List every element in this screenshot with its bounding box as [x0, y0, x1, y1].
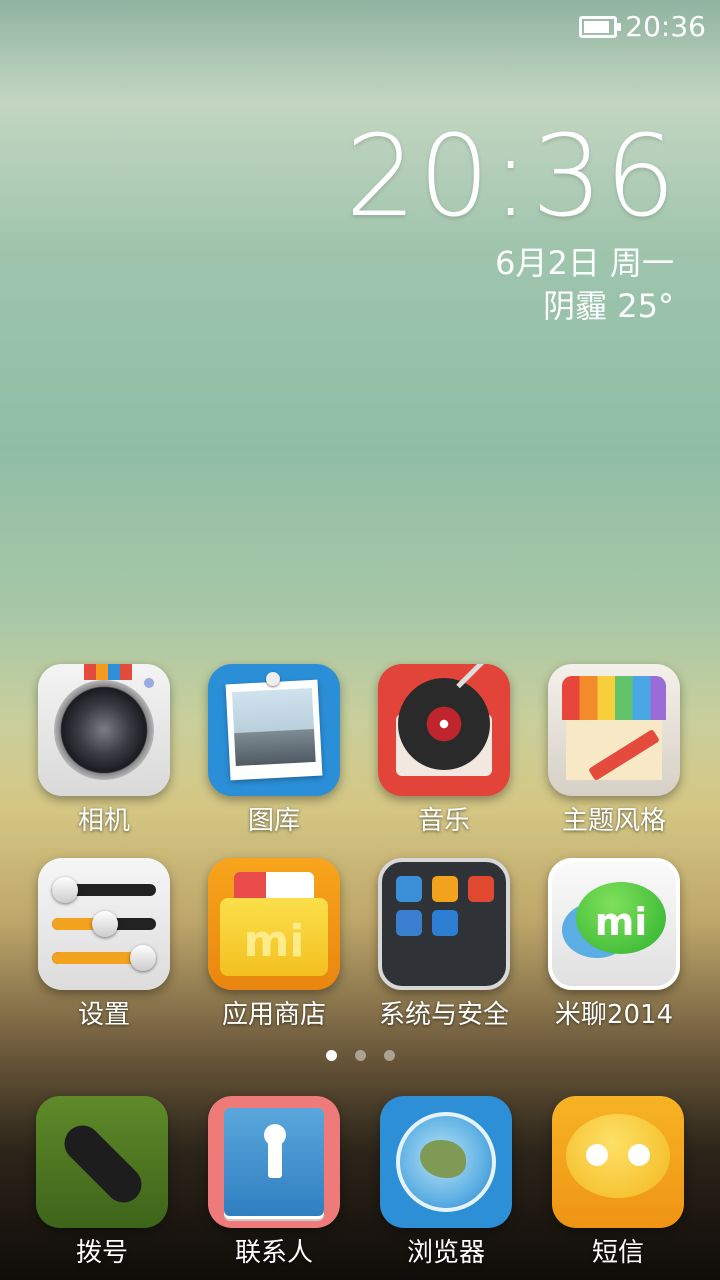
folder-system-security[interactable]: 系统与安全 [359, 858, 529, 1031]
page-dot-1[interactable] [325, 1050, 337, 1061]
theme-icon [548, 664, 680, 796]
gallery-icon [208, 664, 340, 796]
dock-browser[interactable]: 浏览器 [361, 1096, 531, 1269]
cloud-icon [396, 876, 422, 902]
app-label: 联系人 [234, 1238, 313, 1268]
app-label: 图库 [247, 806, 300, 836]
status-bar: 20:36 [579, 10, 706, 43]
app-label: 米聊2014 [554, 1000, 674, 1030]
app-label: 短信 [591, 1238, 644, 1268]
clock-widget-weather: 阴霾 25° [543, 287, 674, 325]
app-label: 音乐 [417, 806, 470, 836]
dock-contacts[interactable]: 联系人 [189, 1096, 359, 1269]
status-time: 20:36 [625, 10, 706, 43]
browser-icon [380, 1096, 512, 1228]
app-settings[interactable]: 设置 [19, 858, 189, 1031]
app-label: 系统与安全 [378, 1000, 509, 1030]
page-dot-2[interactable] [354, 1050, 366, 1061]
settings-icon [38, 858, 170, 990]
miliao-text: mi [594, 900, 648, 944]
clock-widget-date: 6月2日 周一 [495, 244, 674, 282]
page-indicator[interactable] [0, 1050, 720, 1061]
dock-messages[interactable]: 短信 [533, 1096, 703, 1269]
contacts-icon [208, 1096, 340, 1228]
battery-icon [579, 15, 622, 38]
clock-widget-time[interactable]: 20:36 [345, 112, 678, 242]
app-store-icon: mi [208, 858, 340, 990]
app-label: 浏览器 [406, 1238, 485, 1268]
app-music[interactable]: 音乐 [359, 664, 529, 837]
play-icon [432, 910, 458, 936]
app-label: 主题风格 [561, 806, 666, 836]
page-dot-3[interactable] [383, 1050, 395, 1061]
music-icon [378, 664, 510, 796]
app-label: 应用商店 [221, 1000, 326, 1030]
app-gallery[interactable]: 图库 [189, 664, 359, 837]
messages-icon [552, 1096, 684, 1228]
app-camera[interactable]: 相机 [19, 664, 189, 837]
mi-icon [432, 876, 458, 902]
dock-phone[interactable]: 拨号 [17, 1096, 187, 1269]
app-label: 相机 [77, 806, 130, 836]
miliao-icon: mi [548, 858, 680, 990]
app-label: 设置 [77, 1000, 130, 1030]
app-label: 拨号 [75, 1238, 128, 1268]
phone-icon [36, 1096, 168, 1228]
search-icon [396, 910, 422, 936]
app-miliao[interactable]: mi 米聊2014 [529, 858, 699, 1031]
mi-red-icon [468, 876, 494, 902]
app-theme[interactable]: 主题风格 [529, 664, 699, 837]
folder-icon [378, 858, 510, 990]
store-mi-text: mi [243, 916, 305, 967]
camera-icon [38, 664, 170, 796]
app-store[interactable]: mi 应用商店 [189, 858, 359, 1031]
